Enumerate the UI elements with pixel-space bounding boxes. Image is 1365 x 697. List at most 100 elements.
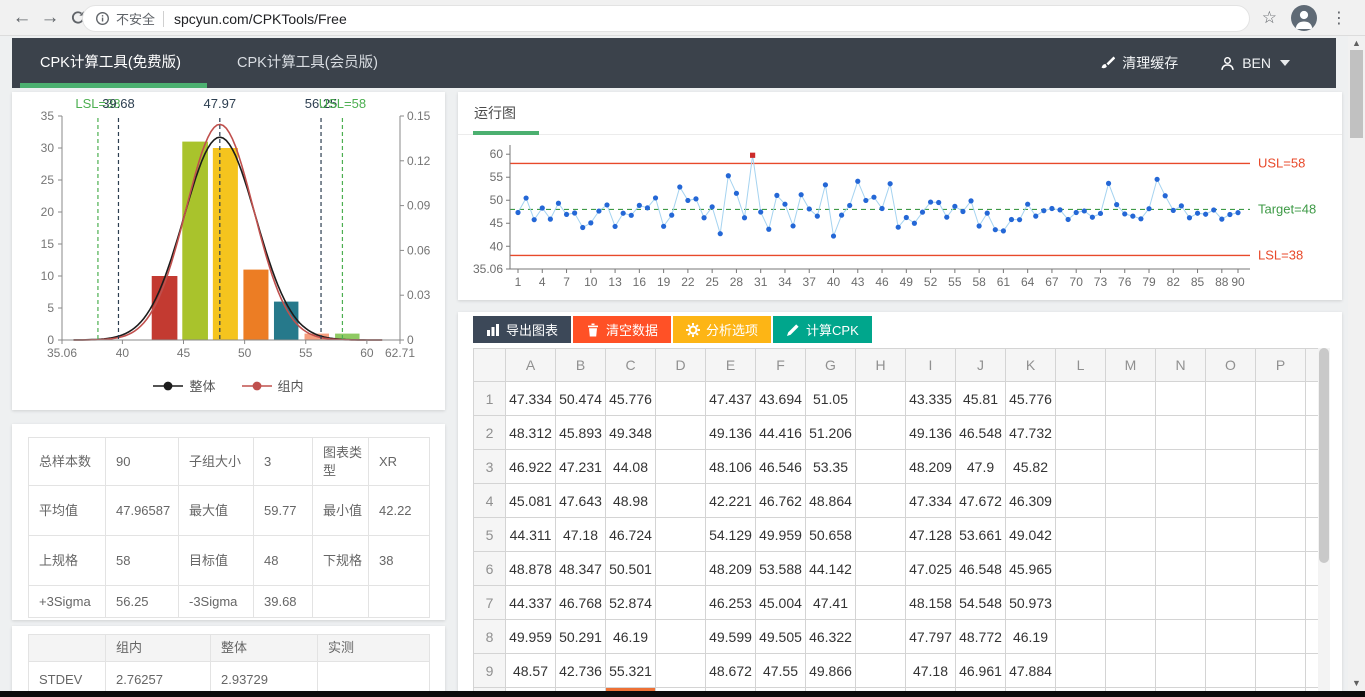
sheet-cell-B8[interactable]: 50.291: [556, 620, 606, 654]
sheet-cell-D3[interactable]: [656, 450, 706, 484]
sheet-cell-A4[interactable]: 45.081: [506, 484, 556, 518]
sheet-row-header-2[interactable]: 2: [474, 416, 506, 450]
user-menu[interactable]: BEN: [1220, 55, 1290, 71]
sheet-row-header-6[interactable]: 6: [474, 552, 506, 586]
sheet-col-header-M[interactable]: M: [1106, 349, 1156, 382]
sheet-cell-K9[interactable]: 47.884: [1006, 654, 1056, 688]
site-tab-2[interactable]: CPK计算工具(会员版): [209, 38, 406, 88]
sheet-cell-O8[interactable]: [1206, 620, 1256, 654]
sheet-row-header-4[interactable]: 4: [474, 484, 506, 518]
sheet-cell-H8[interactable]: [856, 620, 906, 654]
sheet-cell-E8[interactable]: 49.599: [706, 620, 756, 654]
sheet-cell-O6[interactable]: [1206, 552, 1256, 586]
sheet-cell-P6[interactable]: [1256, 552, 1306, 586]
sheet-cell-E5[interactable]: 54.129: [706, 518, 756, 552]
sheet-cell-K4[interactable]: 46.309: [1006, 484, 1056, 518]
sheet-cell-K1[interactable]: 45.776: [1006, 382, 1056, 416]
sheet-col-header-E[interactable]: E: [706, 349, 756, 382]
sheet-cell-A6[interactable]: 48.878: [506, 552, 556, 586]
sheet-cell-B5[interactable]: 47.18: [556, 518, 606, 552]
sheet-cell-L3[interactable]: [1056, 450, 1106, 484]
sheet-cell-C8[interactable]: 46.19: [606, 620, 656, 654]
page-scrollbar-thumb[interactable]: [1350, 50, 1363, 138]
sheet-cell-F6[interactable]: 53.588: [756, 552, 806, 586]
sheet-cell-K3[interactable]: 45.82: [1006, 450, 1056, 484]
sheet-cell-D7[interactable]: [656, 586, 706, 620]
sheet-cell-M6[interactable]: [1106, 552, 1156, 586]
sheet-cell-H5[interactable]: [856, 518, 906, 552]
sheet-cell-O5[interactable]: [1206, 518, 1256, 552]
sheet-cell-C7[interactable]: 52.874: [606, 586, 656, 620]
sheet-cell-O2[interactable]: [1206, 416, 1256, 450]
page-scrollbar[interactable]: ▲ ▼: [1348, 36, 1365, 691]
sheet-cell-J4[interactable]: 47.672: [956, 484, 1006, 518]
sheet-cell-A1[interactable]: 47.334: [506, 382, 556, 416]
sheet-col-header-G[interactable]: G: [806, 349, 856, 382]
sheet-cell-F4[interactable]: 46.762: [756, 484, 806, 518]
sheet-col-header-B[interactable]: B: [556, 349, 606, 382]
sheet-cell-F8[interactable]: 49.505: [756, 620, 806, 654]
sheet-cell-L8[interactable]: [1056, 620, 1106, 654]
analysis-options-button[interactable]: 分析选项: [673, 316, 771, 343]
sheet-cell-D1[interactable]: [656, 382, 706, 416]
sheet-cell-C9[interactable]: 55.321: [606, 654, 656, 688]
sheet-cell-D6[interactable]: [656, 552, 706, 586]
sheet-cell-G2[interactable]: 51.206: [806, 416, 856, 450]
url-text[interactable]: spcyun.com/CPKTools/Free: [174, 11, 347, 27]
sheet-cell-B6[interactable]: 48.347: [556, 552, 606, 586]
sheet-cell-H4[interactable]: [856, 484, 906, 518]
sheet-cell-B1[interactable]: 50.474: [556, 382, 606, 416]
sheet-cell-G3[interactable]: 53.35: [806, 450, 856, 484]
sheet-cell-J7[interactable]: 54.548: [956, 586, 1006, 620]
sheet-row-header-9[interactable]: 9: [474, 654, 506, 688]
site-tab-1[interactable]: CPK计算工具(免费版): [12, 38, 209, 88]
sheet-cell-N8[interactable]: [1156, 620, 1206, 654]
sheet-cell-F3[interactable]: 46.546: [756, 450, 806, 484]
sheet-col-header-H[interactable]: H: [856, 349, 906, 382]
sheet-col-header-I[interactable]: I: [906, 349, 956, 382]
sheet-cell-I8[interactable]: 47.797: [906, 620, 956, 654]
sheet-cell-F5[interactable]: 49.959: [756, 518, 806, 552]
security-label[interactable]: 不安全: [116, 9, 155, 28]
sheet-cell-N1[interactable]: [1156, 382, 1206, 416]
sheet-cell-A9[interactable]: 48.57: [506, 654, 556, 688]
sheet-cell-H2[interactable]: [856, 416, 906, 450]
sheet-cell-F9[interactable]: 47.55: [756, 654, 806, 688]
sheet-cell-F7[interactable]: 45.004: [756, 586, 806, 620]
sheet-cell-J3[interactable]: 47.9: [956, 450, 1006, 484]
sheet-cell-P2[interactable]: [1256, 416, 1306, 450]
sheet-cell-L1[interactable]: [1056, 382, 1106, 416]
scroll-up-icon[interactable]: ▲: [1348, 38, 1365, 48]
sheet-cell-C5[interactable]: 46.724: [606, 518, 656, 552]
address-bar[interactable]: 不安全 spcyun.com/CPKTools/Free: [82, 5, 1250, 32]
sheet-cell-C3[interactable]: 44.08: [606, 450, 656, 484]
sheet-cell-J2[interactable]: 46.548: [956, 416, 1006, 450]
sheet-cell-M4[interactable]: [1106, 484, 1156, 518]
sheet-cell-K8[interactable]: 46.19: [1006, 620, 1056, 654]
sheet-cell-P5[interactable]: [1256, 518, 1306, 552]
sheet-cell-N3[interactable]: [1156, 450, 1206, 484]
sheet-cell-M9[interactable]: [1106, 654, 1156, 688]
sheet-cell-D5[interactable]: [656, 518, 706, 552]
tab-run-chart[interactable]: 运行图: [474, 103, 516, 123]
sheet-col-header-N[interactable]: N: [1156, 349, 1206, 382]
sheet-cell-M8[interactable]: [1106, 620, 1156, 654]
sheet-cell-F1[interactable]: 43.694: [756, 382, 806, 416]
sheet-cell-H6[interactable]: [856, 552, 906, 586]
sheet-cell-D4[interactable]: [656, 484, 706, 518]
sheet-cell-I3[interactable]: 48.209: [906, 450, 956, 484]
sheet-cell-I9[interactable]: 47.18: [906, 654, 956, 688]
sheet-cell-O3[interactable]: [1206, 450, 1256, 484]
sheet-cell-A5[interactable]: 44.311: [506, 518, 556, 552]
sheet-cell-G8[interactable]: 46.322: [806, 620, 856, 654]
sheet-scrollbar-thumb[interactable]: [1319, 348, 1329, 563]
sheet-col-header-C[interactable]: C: [606, 349, 656, 382]
sheet-cell-B2[interactable]: 45.893: [556, 416, 606, 450]
sheet-cell-I5[interactable]: 47.128: [906, 518, 956, 552]
sheet-cell-D2[interactable]: [656, 416, 706, 450]
browser-menu-icon[interactable]: ⋮: [1331, 8, 1347, 28]
sheet-cell-L5[interactable]: [1056, 518, 1106, 552]
sheet-cell-I1[interactable]: 43.335: [906, 382, 956, 416]
sheet-col-header-L[interactable]: L: [1056, 349, 1106, 382]
sheet-row-header-5[interactable]: 5: [474, 518, 506, 552]
